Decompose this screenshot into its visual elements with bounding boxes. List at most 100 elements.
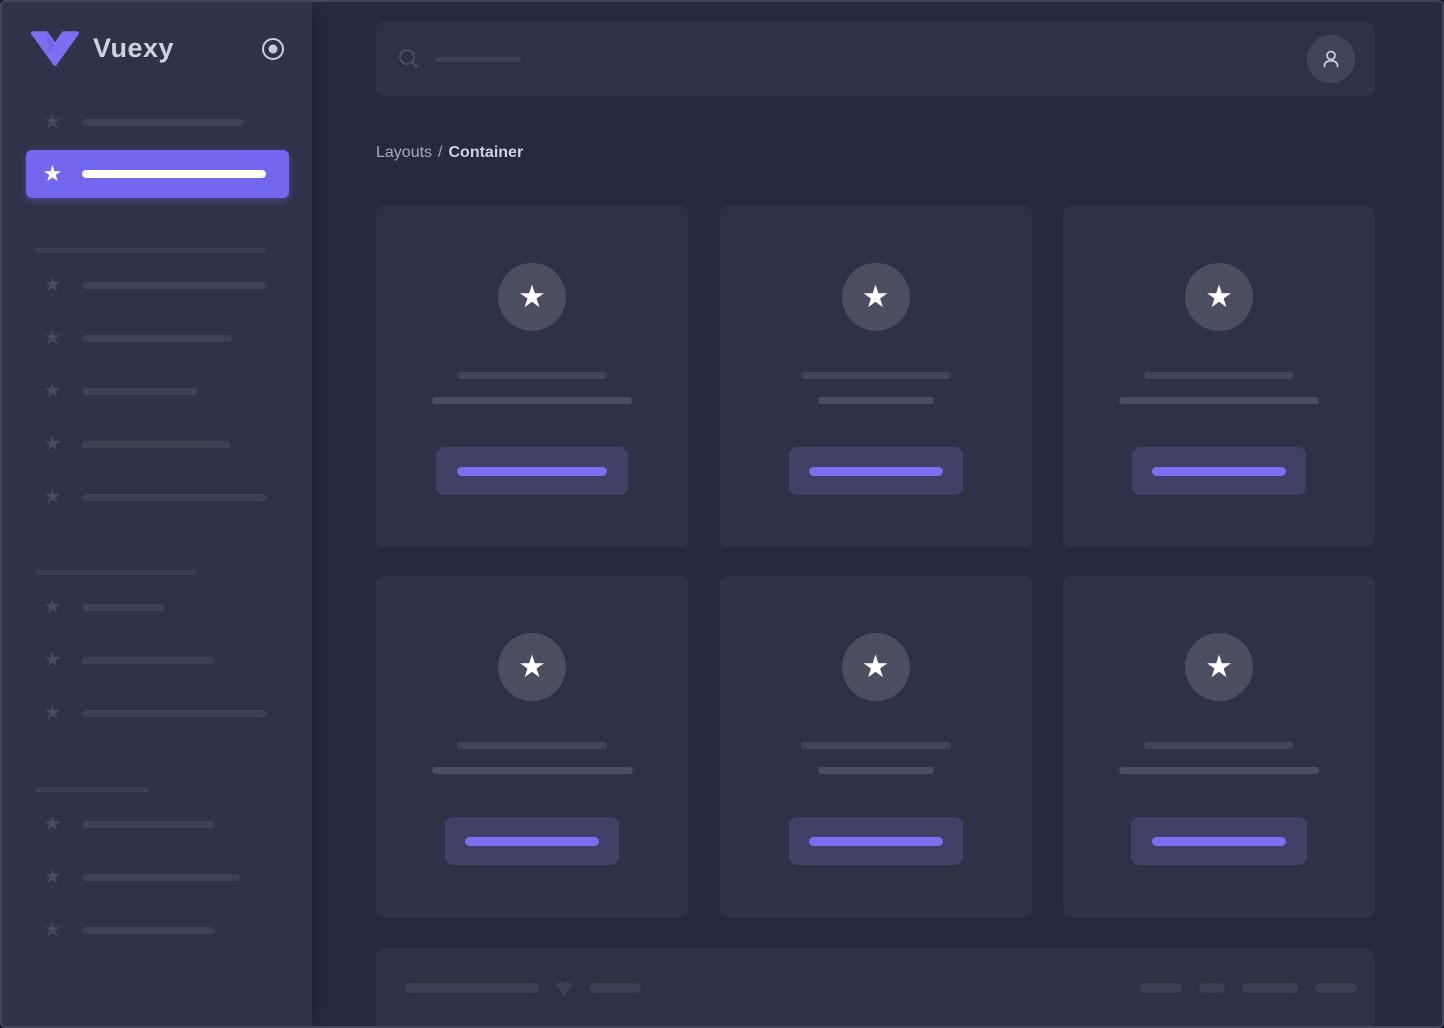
footer-text-placeholder <box>590 983 642 993</box>
star-icon: ★ <box>43 111 62 133</box>
sidebar-item[interactable]: ★ <box>26 595 288 619</box>
nav-label-placeholder <box>82 656 215 664</box>
nav-label-placeholder <box>82 387 198 395</box>
sidebar: Vuexy ★ ★ ★ ★ ★ ★ ★ ★ ★ ★ ★ ★ ★ <box>2 2 312 1026</box>
card-action-button[interactable] <box>1132 447 1306 495</box>
sidebar-section-label <box>35 248 266 253</box>
star-icon: ★ <box>43 274 62 296</box>
nav-label-placeholder <box>82 873 240 881</box>
demo-card: ★ <box>376 576 688 917</box>
star-icon: ★ <box>43 919 62 941</box>
nav-label-placeholder <box>82 926 215 934</box>
sidebar-section-label <box>35 787 148 792</box>
card-action-button[interactable] <box>1131 817 1307 865</box>
nav-label-placeholder <box>82 493 266 501</box>
breadcrumb: Layouts / Container <box>376 144 523 162</box>
card-text-placeholder <box>1119 767 1319 774</box>
nav-label-placeholder <box>82 334 232 342</box>
menu-pin-toggle-icon[interactable] <box>260 36 286 62</box>
breadcrumb-current: Container <box>448 144 524 161</box>
star-icon: ★ <box>43 380 62 402</box>
star-icon: ★ <box>43 702 62 724</box>
sidebar-item[interactable]: ★ <box>26 485 288 509</box>
card-avatar: ★ <box>498 633 566 701</box>
footer-text-placeholder <box>405 983 539 993</box>
nav-label-placeholder <box>82 440 230 448</box>
brand-header: Vuexy <box>30 30 286 67</box>
star-icon: ★ <box>861 648 890 684</box>
card-action-button[interactable] <box>436 447 628 495</box>
card-avatar: ★ <box>1185 263 1253 331</box>
nav-label-placeholder <box>82 709 266 717</box>
card-action-button[interactable] <box>788 817 963 865</box>
star-icon: ★ <box>43 486 62 508</box>
card-avatar: ★ <box>1185 633 1253 701</box>
card-title-placeholder <box>800 742 951 749</box>
star-icon: ★ <box>43 433 62 455</box>
sidebar-item[interactable]: ★ <box>26 379 288 403</box>
sidebar-item[interactable]: ★ <box>26 701 288 725</box>
sidebar-item[interactable]: ★ <box>26 110 288 134</box>
search-icon <box>398 48 420 70</box>
sidebar-item[interactable]: ★ <box>26 432 288 456</box>
card-title-placeholder <box>1144 742 1294 749</box>
card-text-placeholder <box>431 767 633 774</box>
star-icon: ★ <box>1205 648 1233 684</box>
demo-card: ★ <box>376 206 688 547</box>
star-icon: ★ <box>518 278 546 314</box>
star-icon: ★ <box>43 813 62 835</box>
footer: ♥ <box>376 948 1375 1026</box>
demo-card: ★ <box>719 576 1032 917</box>
card-text-placeholder <box>1119 397 1319 404</box>
card-title-placeholder <box>800 372 951 379</box>
card-text-placeholder <box>432 397 632 404</box>
footer-link-placeholder[interactable] <box>1315 983 1357 993</box>
sidebar-item[interactable]: ★ <box>26 648 288 672</box>
nav-label-placeholder <box>82 281 266 289</box>
card-avatar: ★ <box>498 263 566 331</box>
breadcrumb-parent[interactable]: Layouts <box>376 144 432 161</box>
sidebar-item[interactable]: ★ <box>26 865 288 889</box>
card-title-placeholder <box>1144 372 1294 379</box>
card-title-placeholder <box>457 742 607 749</box>
button-label-placeholder <box>1152 836 1286 846</box>
card-grid: ★ ★ ★ ★ ★ ★ <box>376 206 1375 917</box>
sidebar-item[interactable]: ★ <box>26 812 288 836</box>
card-text-placeholder <box>817 767 934 774</box>
app-window: Vuexy ★ ★ ★ ★ ★ ★ ★ ★ ★ ★ ★ ★ ★ Layouts … <box>0 0 1444 1028</box>
nav-label-placeholder <box>82 118 244 126</box>
button-label-placeholder <box>1152 466 1286 476</box>
button-label-placeholder <box>465 836 599 846</box>
person-icon <box>1323 50 1339 68</box>
footer-link-placeholder[interactable] <box>1242 983 1298 993</box>
search-bar[interactable] <box>376 22 1375 96</box>
card-avatar: ★ <box>841 263 910 331</box>
star-icon: ★ <box>518 648 546 684</box>
breadcrumb-separator: / <box>438 144 443 161</box>
star-icon: ★ <box>1205 278 1233 314</box>
footer-link-placeholder[interactable] <box>1140 983 1182 993</box>
button-label-placeholder <box>808 836 943 846</box>
nav-label-placeholder <box>82 170 266 178</box>
star-icon: ★ <box>861 278 890 314</box>
search-placeholder <box>435 56 521 62</box>
footer-content: ♥ <box>405 975 1357 1002</box>
star-icon: ★ <box>43 649 62 671</box>
footer-links <box>1140 983 1357 993</box>
card-action-button[interactable] <box>445 817 619 865</box>
user-avatar-button[interactable] <box>1307 35 1355 83</box>
nav-label-placeholder <box>82 603 164 611</box>
vuexy-logo-icon[interactable] <box>30 30 80 67</box>
nav-label-placeholder <box>82 820 215 828</box>
footer-link-placeholder[interactable] <box>1199 983 1225 993</box>
sidebar-item-active[interactable]: ★ <box>26 150 289 198</box>
card-action-button[interactable] <box>788 447 963 495</box>
demo-card: ★ <box>719 206 1032 547</box>
main-content: Layouts / Container ★ ★ ★ ★ ★ ★ ♥ <box>312 2 1442 1026</box>
card-text-placeholder <box>817 397 934 404</box>
sidebar-item[interactable]: ★ <box>26 273 288 297</box>
sidebar-item[interactable]: ★ <box>26 326 288 350</box>
sidebar-item[interactable]: ★ <box>26 918 288 942</box>
sidebar-section-label <box>35 570 196 575</box>
button-label-placeholder <box>808 466 943 476</box>
